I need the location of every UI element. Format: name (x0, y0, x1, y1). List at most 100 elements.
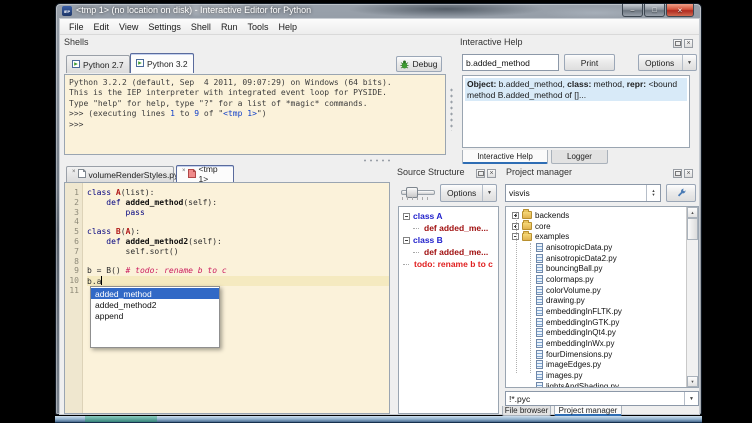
menu-item-shell[interactable]: Shell (186, 22, 216, 32)
console-icon (72, 60, 80, 70)
menu-item-settings[interactable]: Settings (143, 22, 186, 32)
scroll-up-button[interactable]: ▲ (687, 207, 698, 218)
folder-row[interactable]: core (506, 221, 686, 232)
autocomplete-popup: added_methodadded_method2append (90, 286, 220, 348)
horizontal-splitter-handle[interactable] (362, 158, 390, 163)
file-filter-combo[interactable]: !*.pyc ▼ (505, 391, 699, 406)
text-segment: ): (130, 227, 140, 236)
structure-item[interactable]: class B (399, 234, 498, 246)
print-button[interactable]: Print (564, 54, 615, 71)
close-panel-icon[interactable]: × (487, 169, 496, 178)
float-panel-icon[interactable] (476, 169, 485, 178)
shell-tab[interactable]: Python 2.7 (66, 55, 130, 73)
text-segment: added_method2 (126, 237, 189, 246)
text-segment: This is the IEP interpreter with integra… (69, 88, 387, 97)
line-number: 7 (65, 247, 82, 257)
menu-item-file[interactable]: File (64, 22, 89, 32)
file-row[interactable]: drawing.py (506, 296, 686, 307)
text-segment: Object: (467, 79, 496, 89)
project-file-tree[interactable]: backendscoreexamplesanisotropicData.pyan… (505, 206, 699, 388)
debug-button[interactable]: Debug (396, 56, 442, 72)
structure-item[interactable]: def added_me... (399, 246, 498, 258)
file-row[interactable]: imageEdges.py (506, 360, 686, 371)
tab-close-icon[interactable]: × (182, 168, 186, 174)
tab-interactive-help[interactable]: Interactive Help (462, 150, 548, 164)
project-manager-panel-title: Project manager (506, 167, 572, 177)
help-content[interactable]: Object: b.added_method, class: method, r… (462, 75, 690, 148)
tab-logger[interactable]: Logger (551, 150, 608, 164)
menu-item-run[interactable]: Run (216, 22, 243, 32)
taskbar[interactable] (55, 416, 702, 423)
tree-guide (516, 213, 517, 373)
shell-tab-label: Python 2.7 (83, 60, 124, 70)
close-panel-icon[interactable]: × (684, 39, 693, 48)
autocomplete-item[interactable]: added_method (91, 288, 219, 299)
folder-row[interactable]: backends (506, 210, 686, 221)
autocomplete-item[interactable]: append (91, 310, 219, 321)
file-row[interactable]: embeddingInFLTK.py (506, 306, 686, 317)
structure-item[interactable]: def added_me... (399, 222, 498, 234)
help-query-input[interactable]: b.added_method (462, 54, 559, 71)
editor-tab[interactable]: ×<tmp 1> (176, 165, 234, 182)
project-tree-scrollbar[interactable]: ▲ ▼ (686, 207, 698, 387)
file-row[interactable]: lightsAndShading.py (506, 381, 686, 388)
line-number: 8 (65, 257, 82, 267)
tab-close-icon[interactable]: × (72, 169, 76, 175)
folder-row[interactable]: examples (506, 231, 686, 242)
title-bar[interactable]: IEP <tmp 1> (no location on disk) - Inte… (56, 4, 701, 18)
folder-name: examples (535, 232, 569, 241)
close-button[interactable]: × (666, 4, 694, 17)
structure-options-button[interactable]: Options ▼ (440, 184, 497, 202)
maximize-button[interactable]: □ (644, 4, 665, 17)
text-segment: # todo: rename b to c (126, 266, 227, 275)
minimize-button[interactable]: – (622, 4, 643, 17)
float-panel-icon[interactable] (673, 39, 682, 48)
editor-tab[interactable]: ×volumeRenderStyles.py (66, 166, 174, 182)
collapse-icon[interactable] (403, 213, 410, 220)
text-segment: def (106, 198, 125, 207)
scroll-down-button[interactable]: ▼ (687, 376, 698, 387)
file-row[interactable]: colorVolume.py (506, 285, 686, 296)
menu-item-edit[interactable]: Edit (89, 22, 115, 32)
close-panel-icon[interactable]: × (684, 169, 693, 178)
code-line: self.sort() (87, 247, 389, 257)
spin-down-icon: ▼ (652, 193, 656, 197)
code-line: b.a (87, 276, 389, 286)
menu-item-help[interactable]: Help (273, 22, 302, 32)
file-row[interactable]: colormaps.py (506, 274, 686, 285)
scroll-down-icon: ▼ (691, 379, 695, 384)
file-name: images.py (546, 371, 582, 380)
project-select[interactable]: visvis ▲ ▼ (505, 184, 661, 202)
python-file-icon (536, 286, 543, 295)
file-row[interactable]: embeddingInGTK.py (506, 317, 686, 328)
structure-depth-slider[interactable] (399, 185, 435, 201)
scrollbar-thumb[interactable] (687, 218, 698, 240)
tab-file-browser[interactable]: File browser (502, 406, 551, 416)
collapse-icon[interactable] (403, 237, 410, 244)
file-row[interactable]: anisotropicData2.py (506, 253, 686, 264)
file-row[interactable]: fourDimensions.py (506, 349, 686, 360)
text-segment (87, 208, 126, 217)
structure-item[interactable]: todo: rename b to c (399, 258, 498, 270)
vertical-splitter-handle[interactable] (449, 87, 454, 131)
tree-guide (530, 243, 531, 373)
project-config-button[interactable] (666, 184, 696, 202)
shell-tab[interactable]: Python 3.2 (130, 53, 194, 73)
tab-project-manager[interactable]: Project manager (554, 406, 622, 416)
source-structure-tree[interactable]: class Adef added_me...class Bdef added_m… (398, 206, 499, 414)
shell-console[interactable]: Python 3.2.2 (default, Sep 4 2011, 09:07… (64, 74, 446, 155)
help-options-button[interactable]: Options ▼ (638, 54, 697, 71)
float-panel-icon[interactable] (673, 169, 682, 178)
file-row[interactable]: bouncingBall.py (506, 263, 686, 274)
file-row[interactable]: anisotropicData.py (506, 242, 686, 253)
spinner-icon[interactable]: ▲ ▼ (646, 185, 660, 201)
file-row[interactable]: images.py (506, 370, 686, 381)
structure-item[interactable]: class A (399, 210, 498, 222)
menu-item-tools[interactable]: Tools (242, 22, 273, 32)
file-row[interactable]: embeddingInQt4.py (506, 328, 686, 339)
menu-item-view[interactable]: View (114, 22, 143, 32)
file-name: colorVolume.py (546, 286, 601, 295)
file-row[interactable]: embeddingInWx.py (506, 338, 686, 349)
structure-item-label: def added_me... (424, 247, 488, 257)
autocomplete-item[interactable]: added_method2 (91, 299, 219, 310)
